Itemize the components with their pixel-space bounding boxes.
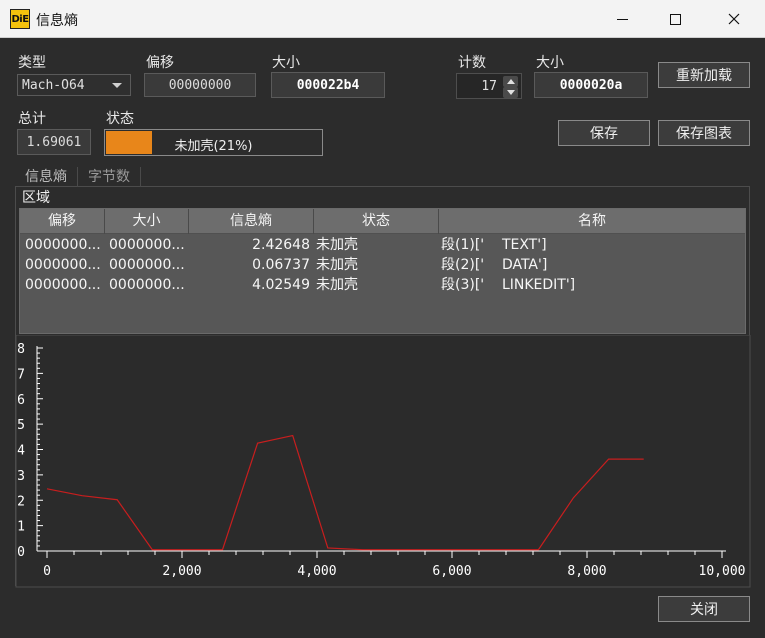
y-tick-label: 0 xyxy=(17,545,25,560)
status-label: 状态 xyxy=(106,111,134,127)
count-value: 17 xyxy=(481,79,497,94)
count-increment-button[interactable] xyxy=(503,76,518,87)
cell-entropy: 0.06737 xyxy=(252,257,310,273)
y-tick-label: 2 xyxy=(17,494,25,509)
cell-offset: 0000000... xyxy=(25,277,101,293)
close-window-button[interactable] xyxy=(710,0,758,38)
total-label: 总计 xyxy=(18,111,46,127)
tab-entropy[interactable]: 信息熵 xyxy=(15,167,78,187)
cell-size: 0000000... xyxy=(109,257,185,273)
table-row[interactable]: 0000000... 0000000... 4.02549 未加壳 段(3)['… xyxy=(20,275,745,295)
maximize-icon xyxy=(669,13,681,25)
y-tick-label: 8 xyxy=(17,342,25,357)
size-field[interactable]: 000022b4 xyxy=(271,72,385,98)
count-label: 计数 xyxy=(458,55,486,71)
cell-entropy: 2.42648 xyxy=(252,237,310,253)
y-tick-label: 3 xyxy=(17,469,25,484)
cell-offset: 0000000... xyxy=(25,237,101,253)
offset-field[interactable]: 00000000 xyxy=(144,73,256,97)
x-tick-label: 0 xyxy=(43,564,51,579)
x-tick-label: 6,000 xyxy=(432,564,471,579)
x-tick-label: 4,000 xyxy=(297,564,336,579)
total-field[interactable]: 1.69061 xyxy=(17,129,91,155)
count-decrement-button[interactable] xyxy=(503,87,518,98)
cell-entropy: 4.02549 xyxy=(252,277,310,293)
column-header-entropy[interactable]: 信息熵 xyxy=(189,209,314,234)
cell-size: 0000000... xyxy=(109,237,185,253)
table-row[interactable]: 0000000... 0000000... 2.42648 未加壳 段(1)['… xyxy=(20,235,745,255)
cell-size: 0000000... xyxy=(109,277,185,293)
x-tick-label: 10,000 xyxy=(699,564,746,579)
window-title: 信息熵 xyxy=(36,13,78,29)
regions-table: 偏移 大小 信息熵 状态 名称 0000000... 0000000... 2.… xyxy=(19,208,746,334)
close-icon xyxy=(728,13,740,25)
column-header-name[interactable]: 名称 xyxy=(439,209,745,234)
count-stepper[interactable]: 17 xyxy=(456,73,522,99)
x-tick-label: 2,000 xyxy=(162,564,201,579)
triangle-down-icon xyxy=(506,90,515,95)
chevron-down-icon xyxy=(112,83,122,88)
minimize-icon xyxy=(616,18,628,20)
column-header-status[interactable]: 状态 xyxy=(314,209,439,234)
y-tick-label: 1 xyxy=(17,520,25,535)
cell-status: 未加壳 xyxy=(316,237,358,253)
size-label: 大小 xyxy=(272,55,300,71)
y-tick-label: 4 xyxy=(17,444,25,459)
offset-label: 偏移 xyxy=(146,55,174,71)
y-tick-label: 6 xyxy=(17,393,25,408)
y-tick-label: 5 xyxy=(17,418,25,433)
size2-label: 大小 xyxy=(536,55,564,71)
cell-name: 段(2)[' DATA'] xyxy=(441,257,548,273)
app-icon-text: DiE xyxy=(11,13,29,25)
y-tick-label: 7 xyxy=(17,367,25,382)
table-row[interactable]: 0000000... 0000000... 0.06737 未加壳 段(2)['… xyxy=(20,255,745,275)
column-header-size[interactable]: 大小 xyxy=(105,209,189,234)
cell-status: 未加壳 xyxy=(316,257,358,273)
entropy-plot: 0 1 2 3 4 5 6 7 8 0 2,000 4,000 6,000 8,000 10,000 xyxy=(0,335,765,590)
type-label: 类型 xyxy=(18,55,46,71)
triangle-up-icon xyxy=(506,79,515,84)
column-header-offset[interactable]: 偏移 xyxy=(20,209,105,234)
table-header: 偏移 大小 信息熵 状态 名称 xyxy=(20,209,745,234)
status-progress-bar: 未加壳(21%) xyxy=(104,129,323,156)
maximize-button[interactable] xyxy=(651,0,699,38)
save-chart-button[interactable]: 保存图表 xyxy=(658,120,750,146)
cell-name: 段(1)[' TEXT'] xyxy=(441,237,547,253)
reload-button[interactable]: 重新加载 xyxy=(658,62,750,88)
status-progress-text: 未加壳(21%) xyxy=(174,139,253,154)
minimize-button[interactable] xyxy=(598,0,646,38)
tab-bar: 信息熵 字节数 xyxy=(15,167,141,187)
x-tick-label: 8,000 xyxy=(567,564,606,579)
cell-offset: 0000000... xyxy=(25,257,101,273)
type-select-value: Mach-O64 xyxy=(22,77,85,93)
cell-name: 段(3)[' LINKEDIT'] xyxy=(441,277,576,293)
type-select[interactable]: Mach-O64 xyxy=(17,74,131,96)
cell-status: 未加壳 xyxy=(316,277,358,293)
app-icon: DiE xyxy=(10,9,30,29)
tab-bytes[interactable]: 字节数 xyxy=(78,167,141,187)
title-bar: DiE 信息熵 xyxy=(0,0,765,38)
close-button[interactable]: 关闭 xyxy=(658,596,750,622)
regions-title: 区域 xyxy=(22,190,50,206)
save-button[interactable]: 保存 xyxy=(558,120,650,146)
size2-field[interactable]: 0000020a xyxy=(534,72,648,98)
entropy-chart: 0 1 2 3 4 5 6 7 8 0 2,000 4,000 6,000 8,000 10,000 xyxy=(15,335,751,588)
